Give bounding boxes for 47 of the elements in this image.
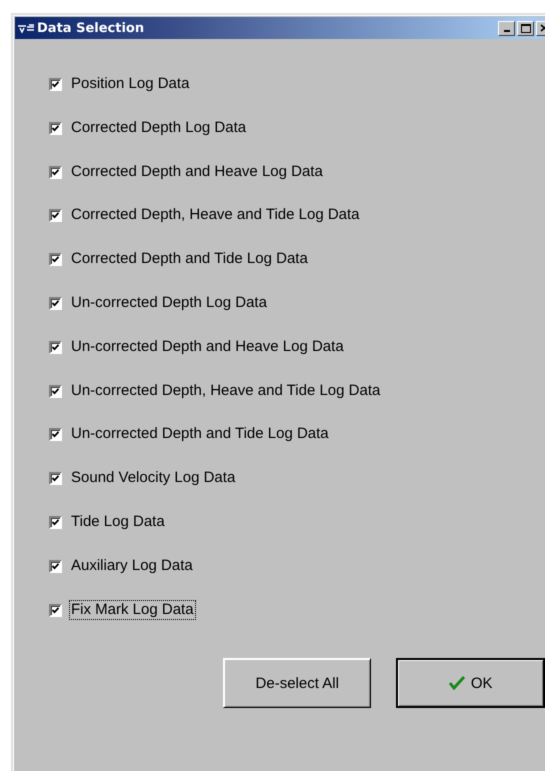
deselect-all-button[interactable]: De-select All bbox=[223, 658, 372, 708]
checkbox[interactable] bbox=[49, 560, 62, 573]
checkbox[interactable] bbox=[49, 340, 62, 354]
tick-icon bbox=[52, 562, 59, 570]
checkbox-label[interactable]: Position Log Data bbox=[70, 75, 190, 93]
checkbox-label[interactable]: Un-corrected Depth, Heave and Tide Log Data bbox=[70, 382, 382, 400]
tick-icon bbox=[52, 475, 59, 482]
app-icon bbox=[17, 22, 35, 34]
checkbox-label[interactable]: Corrected Depth and Heave Log Data bbox=[70, 162, 324, 181]
tick-icon bbox=[52, 124, 59, 132]
tick-icon bbox=[52, 431, 59, 438]
minimize-button[interactable] bbox=[498, 20, 515, 36]
maximize-button[interactable] bbox=[517, 20, 534, 36]
tick-icon bbox=[52, 388, 59, 395]
checkbox[interactable] bbox=[49, 166, 62, 179]
tick-icon bbox=[52, 300, 59, 307]
tick-icon bbox=[52, 168, 59, 176]
checkbox[interactable] bbox=[49, 604, 62, 617]
window-title: Data Selection bbox=[37, 20, 146, 36]
checkbox[interactable] bbox=[49, 78, 62, 91]
checkbox[interactable] bbox=[49, 209, 62, 222]
checkbox[interactable] bbox=[49, 384, 62, 398]
checkbox-label[interactable]: Sound Velocity Log Data bbox=[70, 469, 236, 488]
checkbox-label[interactable]: Un-corrected Depth Log Data bbox=[70, 294, 268, 312]
tick-icon bbox=[52, 344, 59, 351]
checkbox-label[interactable]: Corrected Depth and Tide Log Data bbox=[70, 250, 309, 268]
checkbox-label[interactable]: Corrected Depth, Heave and Tide Log Data bbox=[70, 206, 361, 224]
check-icon bbox=[448, 676, 465, 690]
checkbox-label[interactable]: Auxiliary Log Data bbox=[70, 556, 194, 575]
checkbox-label[interactable]: Un-corrected Depth and Heave Log Data bbox=[70, 338, 345, 356]
checkbox-label[interactable]: Corrected Depth Log Data bbox=[70, 118, 248, 137]
checkbox-label[interactable]: Un-corrected Depth and Tide Log Data bbox=[70, 425, 330, 444]
tick-icon bbox=[52, 256, 59, 264]
checkbox[interactable] bbox=[49, 253, 62, 266]
tick-icon bbox=[52, 518, 59, 526]
maximize-icon bbox=[520, 24, 530, 32]
tick-icon bbox=[52, 606, 59, 614]
checkbox-label[interactable]: Fix Mark Log Data bbox=[70, 600, 195, 619]
checkbox[interactable] bbox=[49, 122, 62, 135]
tick-icon bbox=[52, 212, 59, 220]
checkbox[interactable] bbox=[49, 428, 62, 442]
checkbox[interactable] bbox=[49, 296, 62, 310]
checkbox-label[interactable]: Tide Log Data bbox=[70, 512, 166, 531]
checkbox[interactable] bbox=[49, 516, 62, 529]
checkbox[interactable] bbox=[49, 472, 62, 486]
ok-button[interactable]: OK bbox=[396, 658, 545, 708]
tick-icon bbox=[52, 81, 59, 88]
